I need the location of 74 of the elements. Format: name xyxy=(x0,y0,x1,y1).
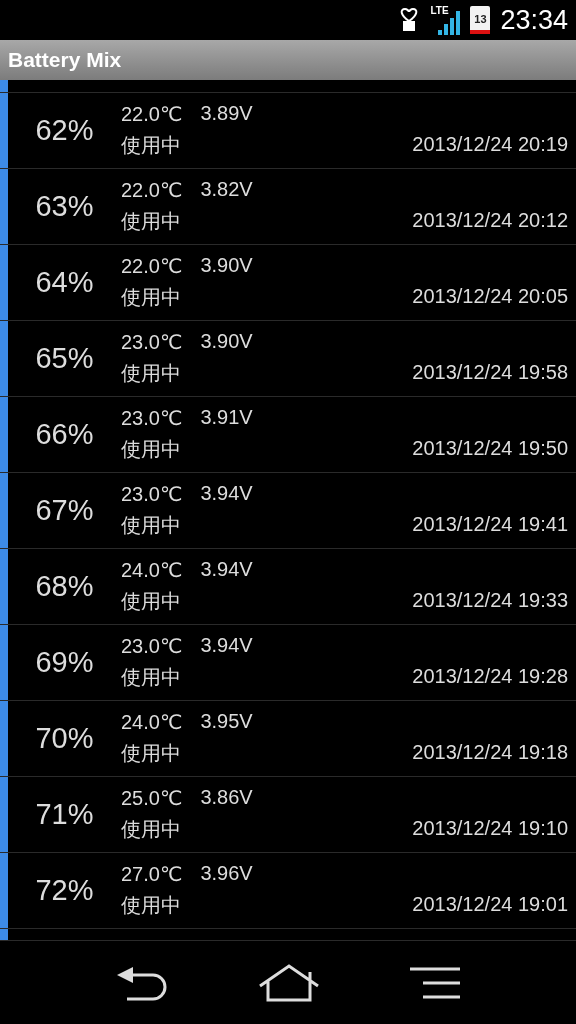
date-time: 2013/12/24 19:50 xyxy=(412,437,569,460)
voltage: 3.94V xyxy=(200,558,253,582)
battery-percent: 72% xyxy=(34,874,95,907)
home-button[interactable] xyxy=(258,963,320,1002)
date-time: 2013/12/24 19:33 xyxy=(412,589,569,612)
temperature: 24.0℃ xyxy=(121,710,183,734)
voltage: 3.82V xyxy=(200,178,253,202)
list-row[interactable]: 66% 23.0℃ 3.91V 使用中 2013/12/24 19:50 xyxy=(0,397,576,473)
menu-button[interactable] xyxy=(409,966,462,999)
status-text: 使用中 xyxy=(121,209,181,234)
network-label: LTE xyxy=(430,5,449,16)
list-row[interactable]: 71% 25.0℃ 3.86V 使用中 2013/12/24 19:10 xyxy=(0,777,576,853)
date-time: 2013/12/24 20:05 xyxy=(412,285,569,308)
status-text: 使用中 xyxy=(121,817,181,842)
battery-percent: 66% xyxy=(34,418,95,451)
date-time: 2013/12/24 19:01 xyxy=(412,893,569,916)
battery-percent: 63% xyxy=(34,190,95,223)
list-row[interactable]: 65% 23.0℃ 3.90V 使用中 2013/12/24 19:58 xyxy=(0,321,576,397)
app-title: Battery Mix xyxy=(8,48,122,72)
date-time: 2013/12/24 19:41 xyxy=(412,513,569,536)
list-row[interactable]: 64% 22.0℃ 3.90V 使用中 2013/12/24 20:05 xyxy=(0,245,576,321)
battery-icon: 13 xyxy=(470,6,491,34)
list-row[interactable]: 63% 22.0℃ 3.82V 使用中 2013/12/24 20:12 xyxy=(0,169,576,245)
voltage: 3.86V xyxy=(200,786,253,810)
date-time: 2013/12/24 19:58 xyxy=(412,361,569,384)
status-text: 使用中 xyxy=(121,285,181,310)
temperature: 25.0℃ xyxy=(121,786,183,810)
status-text: 使用中 xyxy=(121,741,181,766)
list-row[interactable]: 72% 27.0℃ 3.96V 使用中 2013/12/24 19:01 xyxy=(0,853,576,929)
voltage: 3.95V xyxy=(200,710,253,734)
status-text: 使用中 xyxy=(121,361,181,386)
list-row[interactable]: 68% 24.0℃ 3.94V 使用中 2013/12/24 19:33 xyxy=(0,549,576,625)
battery-percent: 62% xyxy=(34,114,95,147)
menu-icon xyxy=(409,966,462,999)
status-text: 使用中 xyxy=(121,589,181,614)
date-time: 2013/12/24 19:28 xyxy=(412,665,569,688)
voltage: 3.90V xyxy=(200,254,253,278)
voltage: 3.91V xyxy=(200,406,253,430)
temperature: 22.0℃ xyxy=(121,178,183,202)
status-text: 使用中 xyxy=(121,513,181,538)
list-row[interactable]: 70% 24.0℃ 3.95V 使用中 2013/12/24 19:18 xyxy=(0,701,576,777)
date-time: 2013/12/24 19:18 xyxy=(412,741,569,764)
voltage: 3.96V xyxy=(200,862,253,886)
battery-percent: 65% xyxy=(34,342,95,375)
temperature: 23.0℃ xyxy=(121,406,183,430)
temperature: 23.0℃ xyxy=(121,482,183,506)
battery-percent: 64% xyxy=(34,266,95,299)
voltage: 3.90V xyxy=(200,330,253,354)
clock: 23:34 xyxy=(500,4,568,36)
battery-percent: 68% xyxy=(34,570,95,603)
battery-percent: 71% xyxy=(34,798,95,831)
date-time: 2013/12/24 20:19 xyxy=(412,133,569,156)
battery-percent: 67% xyxy=(34,494,95,527)
list-row[interactable]: 67% 23.0℃ 3.94V 使用中 2013/12/24 19:41 xyxy=(0,473,576,549)
temperature: 24.0℃ xyxy=(121,558,183,582)
date-time: 2013/12/24 20:12 xyxy=(412,209,569,232)
home-icon xyxy=(258,963,320,1002)
battery-percent: 69% xyxy=(34,646,95,679)
temperature: 27.0℃ xyxy=(121,862,183,886)
status-text: 使用中 xyxy=(121,893,181,918)
voltage: 3.94V xyxy=(200,634,253,658)
voltage: 3.94V xyxy=(200,482,253,506)
list-row[interactable]: 69% 23.0℃ 3.94V 使用中 2013/12/24 19:28 xyxy=(0,625,576,701)
temperature: 23.0℃ xyxy=(121,330,183,354)
temperature: 22.0℃ xyxy=(121,102,183,126)
temperature: 22.0℃ xyxy=(121,254,183,278)
date-time: 2013/12/24 19:10 xyxy=(412,817,569,840)
battery-percent: 70% xyxy=(34,722,95,755)
list-row[interactable]: 62% 22.0℃ 3.89V 使用中 2013/12/24 20:19 xyxy=(0,93,576,169)
status-text: 使用中 xyxy=(121,133,181,158)
status-text: 使用中 xyxy=(121,665,181,690)
voltage: 3.89V xyxy=(200,102,253,126)
status-text: 使用中 xyxy=(121,437,181,462)
temperature: 23.0℃ xyxy=(121,634,183,658)
